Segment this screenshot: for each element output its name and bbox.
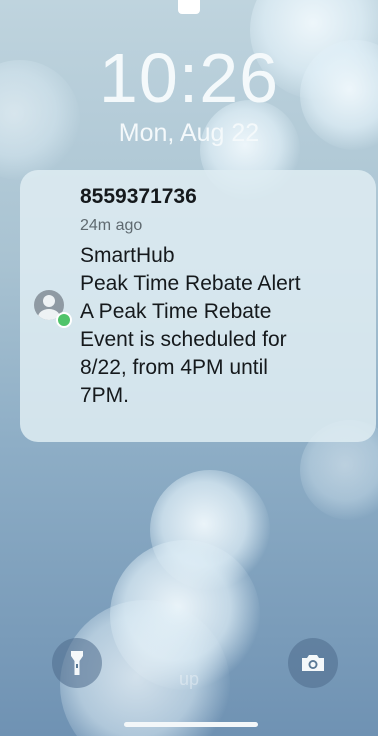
- notification-card[interactable]: 8559371736 24m ago SmartHub Peak Time Re…: [20, 170, 376, 442]
- lock-screen: 10:26 Mon, Aug 22 8559371736 24m ago Sma…: [0, 0, 378, 736]
- camera-button[interactable]: [288, 638, 338, 688]
- notification-line: Peak Time Rebate Alert: [80, 272, 301, 295]
- message-badge-icon: [56, 312, 72, 328]
- home-indicator[interactable]: [124, 722, 258, 727]
- notification-line: 7PM.: [80, 384, 130, 407]
- notification-body: SmartHub Peak Time Rebate Alert A Peak T…: [80, 242, 366, 410]
- lock-clock: 10:26: [98, 39, 280, 117]
- notification-time: 24m ago: [80, 217, 143, 234]
- lock-date: Mon, Aug 22: [118, 119, 260, 147]
- camera-icon: [302, 655, 324, 671]
- flashlight-icon: [71, 651, 83, 675]
- flashlight-button[interactable]: [52, 638, 102, 688]
- notification-line: SmartHub: [80, 244, 175, 267]
- notification-line: 8/22, from 4PM until: [80, 356, 268, 379]
- notification-sender: 8559371736: [80, 185, 197, 208]
- background-bokeh: [150, 470, 270, 590]
- top-notch: [178, 0, 200, 14]
- notification-line: A Peak Time Rebate: [80, 300, 272, 323]
- notification-line: Event is scheduled for: [80, 328, 287, 351]
